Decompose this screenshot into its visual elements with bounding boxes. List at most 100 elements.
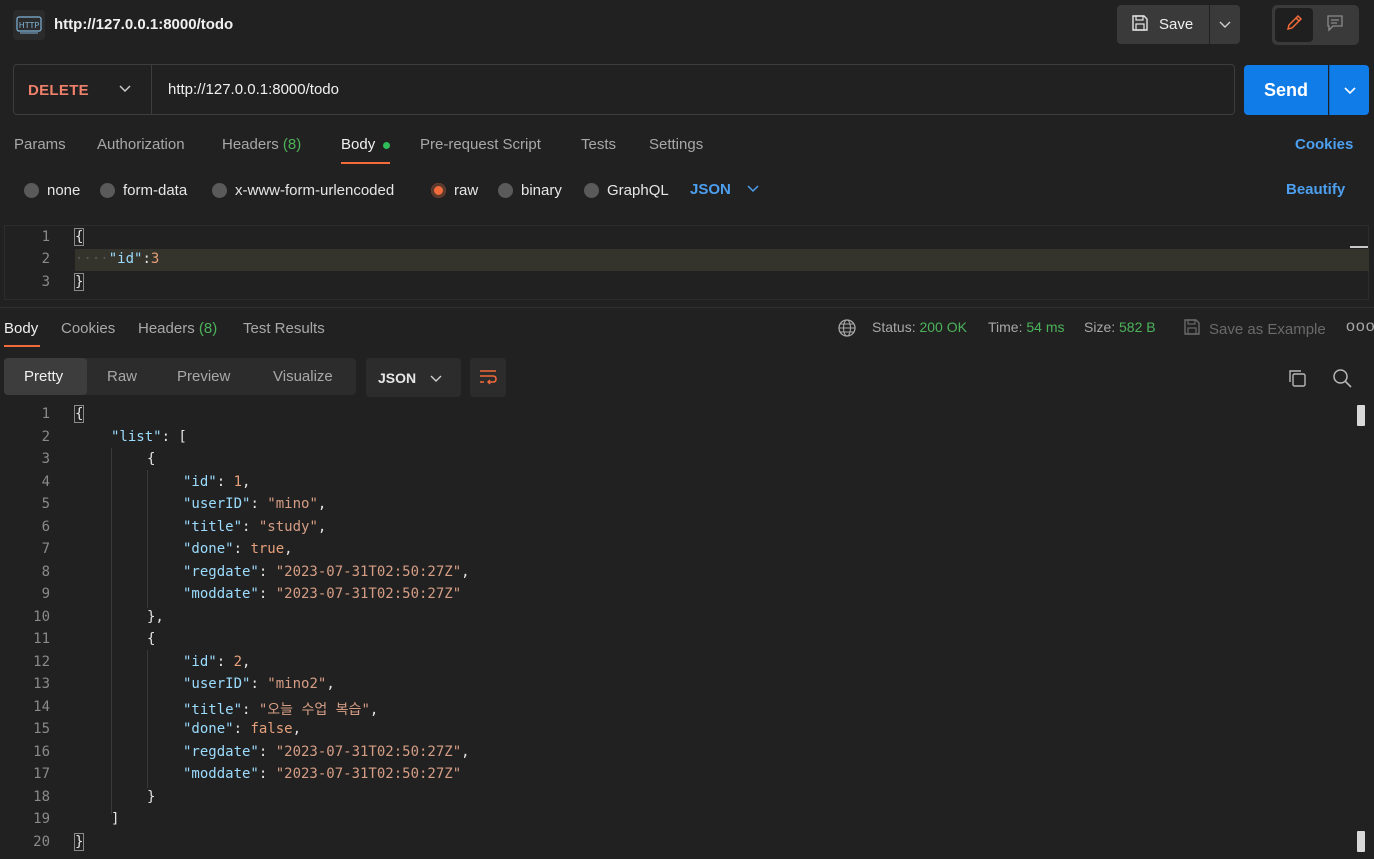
json-value: "2023-07-31T02:50:27Z" (275, 766, 462, 782)
line-number: 5 (41, 496, 50, 512)
radio-binary[interactable]: binary (498, 182, 562, 199)
url-input[interactable]: http://127.0.0.1:8000/todo (168, 81, 339, 98)
scrollbar-thumb[interactable] (1357, 405, 1365, 426)
body-format-select[interactable]: JSON (690, 181, 731, 198)
time-label: Time: (988, 319, 1023, 335)
view-preview[interactable]: Preview (177, 368, 230, 385)
pane-divider[interactable] (0, 307, 1374, 308)
send-options-button[interactable] (1329, 65, 1369, 115)
copy-icon[interactable] (1286, 367, 1308, 393)
response-tab-test-results[interactable]: Test Results (243, 320, 325, 337)
tab-body[interactable]: Body (341, 136, 375, 153)
response-tab-body[interactable]: Body (4, 320, 38, 337)
save-button[interactable]: Save (1117, 5, 1209, 44)
status-info[interactable]: Status: 200 OK (872, 319, 967, 335)
view-visualize[interactable]: Visualize (273, 368, 333, 385)
radio-label: none (47, 182, 81, 199)
wrap-lines-button[interactable] (470, 358, 506, 397)
code-line: } (73, 273, 85, 291)
colon: : (242, 701, 259, 718)
radio-dot (498, 183, 513, 198)
line-number: 16 (33, 743, 50, 760)
status-label: Status: (872, 319, 916, 335)
line-number: 7 (41, 541, 50, 557)
line-number: 2 (41, 251, 50, 267)
code-line: { (73, 228, 85, 246)
tab-headers[interactable]: Headers (8) (222, 136, 301, 153)
size-value: 582 B (1119, 319, 1156, 335)
tab-params[interactable]: Params (14, 136, 66, 153)
view-raw[interactable]: Raw (107, 368, 137, 385)
line-number: 15 (33, 721, 50, 737)
json-key: "userID" (183, 676, 251, 692)
save-label: Save (1159, 16, 1194, 33)
request-title[interactable]: http://127.0.0.1:8000/todo (54, 16, 233, 33)
code-line: { (73, 405, 85, 423)
code-line: "title": "오늘 수업 복습", (183, 699, 378, 719)
json-value: 2 (233, 653, 243, 670)
radio-urlencoded[interactable]: x-www-form-urlencoded (212, 182, 394, 199)
close-brace: }, (147, 608, 164, 625)
search-icon[interactable] (1331, 367, 1353, 393)
scrollbar-thumb[interactable] (1357, 831, 1365, 852)
line-number: 3 (41, 274, 50, 290)
chevron-down-icon[interactable] (746, 181, 760, 199)
json-value: "study" (258, 518, 318, 535)
divider (151, 65, 152, 114)
send-button[interactable]: Send (1244, 65, 1328, 115)
line-number: 1 (41, 229, 50, 245)
save-options-button[interactable] (1210, 5, 1240, 44)
time-info[interactable]: Time: 54 ms (988, 319, 1065, 335)
line-number: 20 (33, 833, 50, 850)
globe-icon[interactable] (837, 318, 857, 342)
close-bracket: ] (111, 811, 120, 827)
json-key: "moddate" (183, 766, 259, 782)
method-select[interactable]: DELETE (28, 82, 89, 99)
code-line: } (73, 832, 85, 851)
more-options-button[interactable]: ooo (1346, 318, 1374, 336)
tab-prerequest-script[interactable]: Pre-request Script (420, 136, 541, 153)
json-value: "오늘 수업 복습" (258, 701, 370, 718)
view-pretty[interactable]: Pretty (24, 368, 63, 385)
radio-raw[interactable]: raw (431, 182, 478, 199)
radio-graphql[interactable]: GraphQL (584, 182, 669, 199)
comma: , (317, 496, 327, 512)
line-number: 10 (33, 608, 50, 625)
colon: : (142, 251, 151, 267)
comment-mode-button[interactable] (1316, 8, 1354, 42)
comma: , (317, 518, 327, 535)
floppy-disk-icon (1131, 14, 1149, 36)
beautify-button[interactable]: Beautify (1286, 181, 1345, 198)
radio-none[interactable]: none (24, 182, 80, 199)
json-value: 3 (150, 251, 160, 267)
floppy-disk-icon (1183, 318, 1201, 340)
tab-settings[interactable]: Settings (649, 136, 703, 153)
response-format-select[interactable]: JSON (366, 358, 461, 397)
cookies-link[interactable]: Cookies (1295, 136, 1353, 153)
size-info[interactable]: Size: 582 B (1084, 319, 1156, 335)
code-line: }, (147, 609, 164, 625)
active-tab-underline (4, 345, 40, 347)
response-tab-headers[interactable]: Headers (8) (138, 320, 217, 337)
close-brace: } (147, 788, 156, 805)
chevron-down-icon[interactable] (116, 80, 134, 98)
save-as-example-button[interactable]: Save as Example (1183, 318, 1326, 340)
tab-tests[interactable]: Tests (581, 136, 616, 153)
radio-label: binary (521, 182, 562, 199)
scrollbar[interactable] (1350, 246, 1368, 248)
json-value: false (250, 721, 293, 737)
radio-form-data[interactable]: form-data (100, 182, 187, 199)
line-number: 8 (41, 563, 50, 580)
response-tab-cookies[interactable]: Cookies (61, 320, 115, 337)
edit-mode-button[interactable] (1275, 8, 1313, 42)
line-number: 18 (33, 788, 50, 805)
line-number: 9 (41, 586, 50, 602)
colon: : (250, 676, 268, 692)
tab-authorization[interactable]: Authorization (97, 136, 185, 153)
tab-headers-label: Headers (222, 136, 279, 153)
json-key: "title" (183, 701, 243, 718)
chevron-down-icon (430, 370, 442, 386)
comma: , (284, 541, 293, 557)
size-label: Size: (1084, 319, 1116, 335)
line-number: 1 (41, 406, 50, 422)
